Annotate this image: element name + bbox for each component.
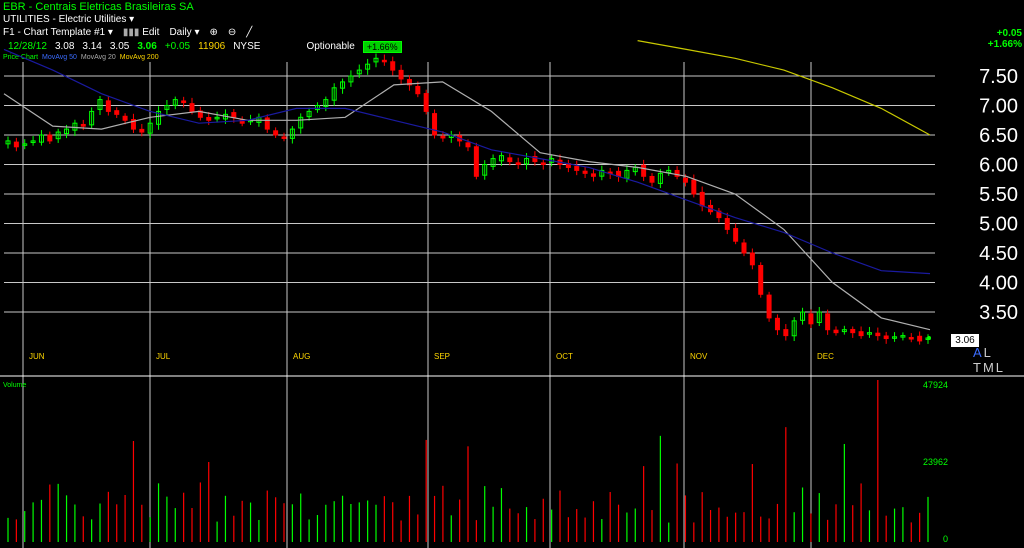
candle-body xyxy=(440,135,446,139)
candle-body xyxy=(432,113,438,136)
ma50-line xyxy=(3,48,931,275)
candle-body xyxy=(80,123,86,127)
candle-body xyxy=(114,110,120,115)
candle-body xyxy=(582,170,588,174)
candle-body xyxy=(691,179,697,195)
ma20-line xyxy=(3,81,931,331)
altml-icons[interactable]: AL TML xyxy=(973,345,1024,375)
month-tick-label: OCT xyxy=(556,352,573,361)
candle-body xyxy=(398,69,404,80)
candle-body xyxy=(13,141,19,148)
candle-body xyxy=(850,328,856,334)
candle-body xyxy=(181,100,187,104)
candle-body xyxy=(390,61,396,71)
candle-body xyxy=(105,100,111,112)
month-tick-label: JUN xyxy=(29,352,45,361)
price-tick-label: 3.50 xyxy=(979,302,1018,324)
candle-body xyxy=(858,331,864,337)
candle-body xyxy=(774,317,780,331)
candle-body xyxy=(749,252,755,266)
candle-body xyxy=(473,146,479,177)
candle-body xyxy=(231,112,237,118)
candle-body xyxy=(724,218,730,230)
volume-tick-label: 0 xyxy=(943,534,948,544)
price-tick-label: 6.50 xyxy=(979,125,1018,147)
volume-label: Volume xyxy=(3,382,26,389)
candle-body xyxy=(264,117,270,130)
month-tick-label: SEP xyxy=(434,352,450,361)
price-volume-chart[interactable]: 7.50 7.00 6.50 6.00 5.50 5.00 4.50 4.00 3.50 JUN J… xyxy=(0,0,1024,548)
candle-body xyxy=(465,142,471,148)
candle-body xyxy=(758,264,764,295)
month-tick-label: DEC xyxy=(817,352,834,361)
volume-tick-label: 23962 xyxy=(923,457,948,467)
candle-body xyxy=(699,191,705,207)
candle-body xyxy=(507,157,513,163)
candle-body xyxy=(281,136,287,139)
candle-body xyxy=(883,335,889,340)
price-tick-label: 7.00 xyxy=(979,96,1018,118)
candle-body xyxy=(682,177,688,183)
candle-body xyxy=(741,242,747,254)
candle-body xyxy=(415,85,421,95)
volume-tick-label: 47924 xyxy=(923,380,948,390)
candle-body xyxy=(783,329,789,337)
candle-body xyxy=(381,59,387,63)
candle-body xyxy=(917,335,923,342)
candle-body xyxy=(590,173,596,177)
candle-body xyxy=(766,294,772,319)
candle-body xyxy=(641,164,647,177)
candle-body xyxy=(540,162,546,166)
price-tick-label: 4.00 xyxy=(979,273,1018,295)
candle-body xyxy=(515,162,521,165)
candle-body xyxy=(423,93,429,112)
price-tick-label: 4.50 xyxy=(979,243,1018,265)
month-tick-label: NOV xyxy=(690,352,708,361)
candle-body xyxy=(189,103,195,112)
last-price-dot xyxy=(927,335,931,340)
candle-body xyxy=(139,128,145,133)
price-tick-label: 5.00 xyxy=(979,214,1018,236)
price-tick-label: 6.00 xyxy=(979,155,1018,177)
price-tick-label: 5.50 xyxy=(979,184,1018,206)
candle-body xyxy=(273,130,279,136)
candle-body xyxy=(47,134,53,142)
candle-body xyxy=(574,165,580,171)
ma200-line xyxy=(637,40,931,136)
candle-body xyxy=(649,175,655,183)
month-tick-label: JUL xyxy=(156,352,171,361)
candle-body xyxy=(206,117,212,121)
candle-body xyxy=(833,329,839,334)
candle-body xyxy=(875,332,881,337)
candle-body xyxy=(908,337,914,340)
candle-body xyxy=(808,313,814,325)
candle-body xyxy=(122,115,128,121)
month-tick-label: AUG xyxy=(293,352,310,361)
candle-body xyxy=(733,228,739,242)
candle-body xyxy=(825,313,831,331)
price-tick-label: 7.50 xyxy=(979,66,1018,88)
